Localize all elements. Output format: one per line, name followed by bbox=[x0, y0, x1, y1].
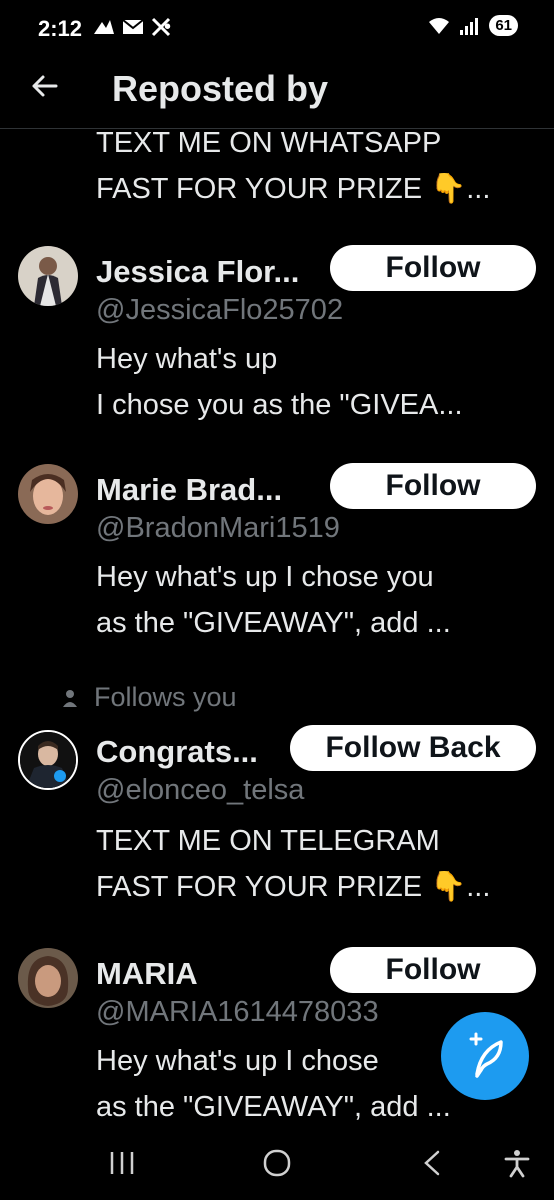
bio-line: Hey what's up I chose you bbox=[96, 561, 434, 593]
accessibility-icon[interactable] bbox=[504, 1148, 530, 1178]
app-notification-icon bbox=[94, 20, 114, 34]
bio-line: FAST FOR YOUR PRIZE 👇... bbox=[96, 173, 491, 205]
back-nav-icon[interactable] bbox=[420, 1148, 444, 1178]
bio-line: TEXT ME ON TELEGRAM bbox=[96, 825, 440, 857]
list-item-bio: TEXT ME ON WHATSAPP FAST FOR YOUR PRIZE … bbox=[96, 128, 536, 212]
status-time: 2:12 bbox=[38, 16, 83, 41]
user-bio: Hey what's up I chose you as the "GIVEAW… bbox=[96, 554, 536, 646]
avatar[interactable] bbox=[18, 464, 78, 524]
user-name[interactable]: Marie Brad... bbox=[96, 472, 282, 508]
user-name[interactable]: MARIA bbox=[96, 956, 198, 992]
follows-you-label: Follows you bbox=[62, 682, 237, 713]
user-handle[interactable]: @JessicaFlo25702 bbox=[96, 294, 343, 327]
system-navigation-bar bbox=[0, 1128, 554, 1200]
back-arrow-icon[interactable] bbox=[28, 70, 60, 102]
user-handle[interactable]: @MARIA1614478033 bbox=[96, 996, 379, 1029]
bio-line: I chose you as the "GIVEA... bbox=[96, 389, 463, 421]
notification-icons bbox=[92, 16, 172, 38]
follows-you-text: Follows you bbox=[94, 682, 237, 712]
mail-icon bbox=[122, 19, 144, 34]
bio-line: Hey what's up bbox=[96, 343, 278, 375]
user-handle[interactable]: @elonceo_telsa bbox=[96, 774, 304, 807]
reposted-by-list[interactable]: TEXT ME ON WHATSAPP FAST FOR YOUR PRIZE … bbox=[0, 128, 554, 1128]
signal-icon bbox=[460, 17, 479, 35]
user-handle[interactable]: @BradonMari1519 bbox=[96, 512, 340, 545]
person-icon bbox=[63, 689, 77, 707]
compose-button[interactable] bbox=[441, 1012, 529, 1100]
follow-button[interactable]: Follow bbox=[330, 463, 536, 509]
follow-back-button[interactable]: Follow Back bbox=[290, 725, 536, 771]
battery-indicator: 61 bbox=[489, 15, 518, 36]
page-title: Reposted by bbox=[112, 68, 329, 109]
recents-icon[interactable] bbox=[108, 1148, 136, 1178]
bio-line: as the "GIVEAWAY", add ... bbox=[96, 607, 451, 639]
bio-line: FAST FOR YOUR PRIZE 👇... bbox=[96, 871, 491, 903]
bio-line: TEXT ME ON WHATSAPP bbox=[96, 128, 442, 159]
home-icon[interactable] bbox=[262, 1148, 292, 1178]
user-bio: TEXT ME ON TELEGRAM FAST FOR YOUR PRIZE … bbox=[96, 818, 536, 910]
avatar[interactable] bbox=[18, 730, 78, 790]
user-name[interactable]: Congrats... bbox=[96, 734, 258, 770]
compose-icon bbox=[469, 1032, 503, 1078]
avatar[interactable] bbox=[18, 948, 78, 1008]
status-bar: 2:12 • 61 bbox=[0, 0, 554, 58]
page-header: Reposted by bbox=[0, 58, 554, 129]
status-dot-icon: • bbox=[164, 16, 172, 38]
status-right: 61 bbox=[427, 15, 518, 36]
follow-button[interactable]: Follow bbox=[330, 245, 536, 291]
avatar[interactable] bbox=[18, 246, 78, 306]
user-bio: Hey what's up I chose you as the "GIVEA.… bbox=[96, 336, 536, 428]
follow-button[interactable]: Follow bbox=[330, 947, 536, 993]
wifi-icon bbox=[429, 17, 450, 34]
user-name[interactable]: Jessica Flor... bbox=[96, 254, 299, 290]
